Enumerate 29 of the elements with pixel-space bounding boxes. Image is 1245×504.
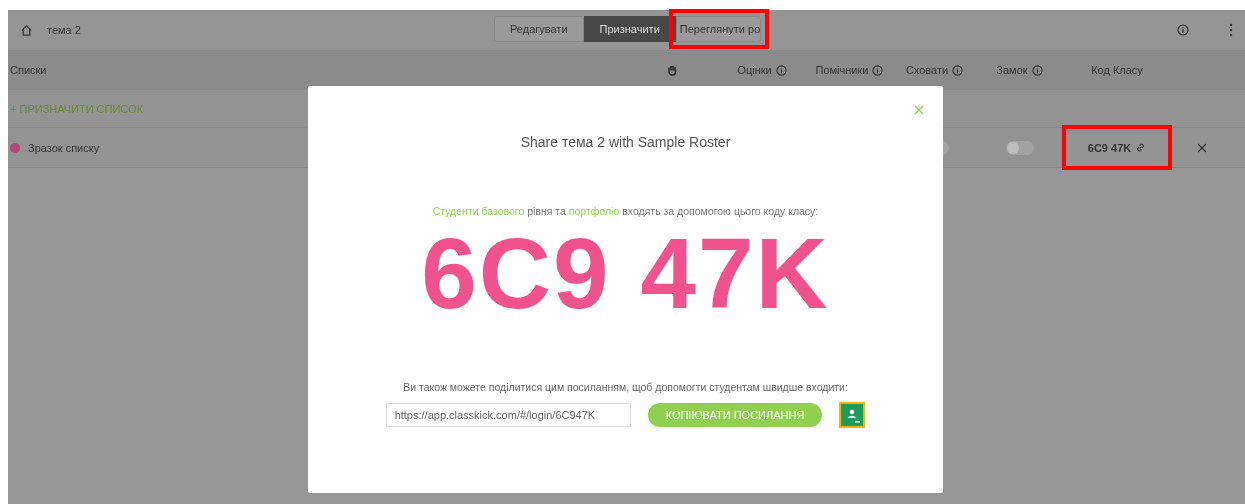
dialog-title: Share тема 2 with Sample Roster (520, 134, 731, 150)
info-icon[interactable] (775, 64, 787, 76)
tab[interactable]: Редагувати (494, 16, 584, 42)
class-code: 6C9 47K (421, 223, 830, 323)
column-header: Замок (996, 64, 1028, 76)
roster-name[interactable]: Зразок списку (28, 141, 100, 154)
tab[interactable]: Переглянути ро (675, 16, 761, 42)
lock-toggle[interactable] (1005, 140, 1034, 155)
classroom-icon[interactable] (839, 402, 866, 428)
class-code[interactable]: 6C9 47K (1087, 141, 1132, 154)
column-header: Оцінки (737, 64, 772, 76)
share-text: Ви також можете поділитися цим посиланням, щоб допомогти студентам швидше входити: (403, 381, 848, 393)
info-icon[interactable] (952, 64, 964, 76)
info-icon[interactable] (1031, 64, 1043, 76)
assignment-title: тема 2 (47, 24, 81, 36)
column-header: Код Класу (1091, 64, 1143, 76)
column-header: Списки (10, 64, 47, 76)
tab[interactable]: Призначити (583, 16, 676, 42)
intro-text: Студенти базового рівня та портфоліо входять за допомогою цього коду класу: (432, 205, 819, 217)
home-icon[interactable] (20, 23, 33, 37)
close-icon[interactable] (1197, 142, 1207, 153)
column-header: Помічники (815, 64, 869, 76)
info-icon[interactable] (872, 64, 884, 76)
info-icon[interactable] (1177, 24, 1189, 36)
column-header: Сховати (905, 64, 949, 76)
more-icon[interactable] (1229, 23, 1233, 37)
hand-icon (666, 64, 678, 76)
link-field[interactable]: https://app.classkick.com/#/login/6C947K (385, 403, 631, 427)
link-icon[interactable] (1135, 142, 1147, 153)
